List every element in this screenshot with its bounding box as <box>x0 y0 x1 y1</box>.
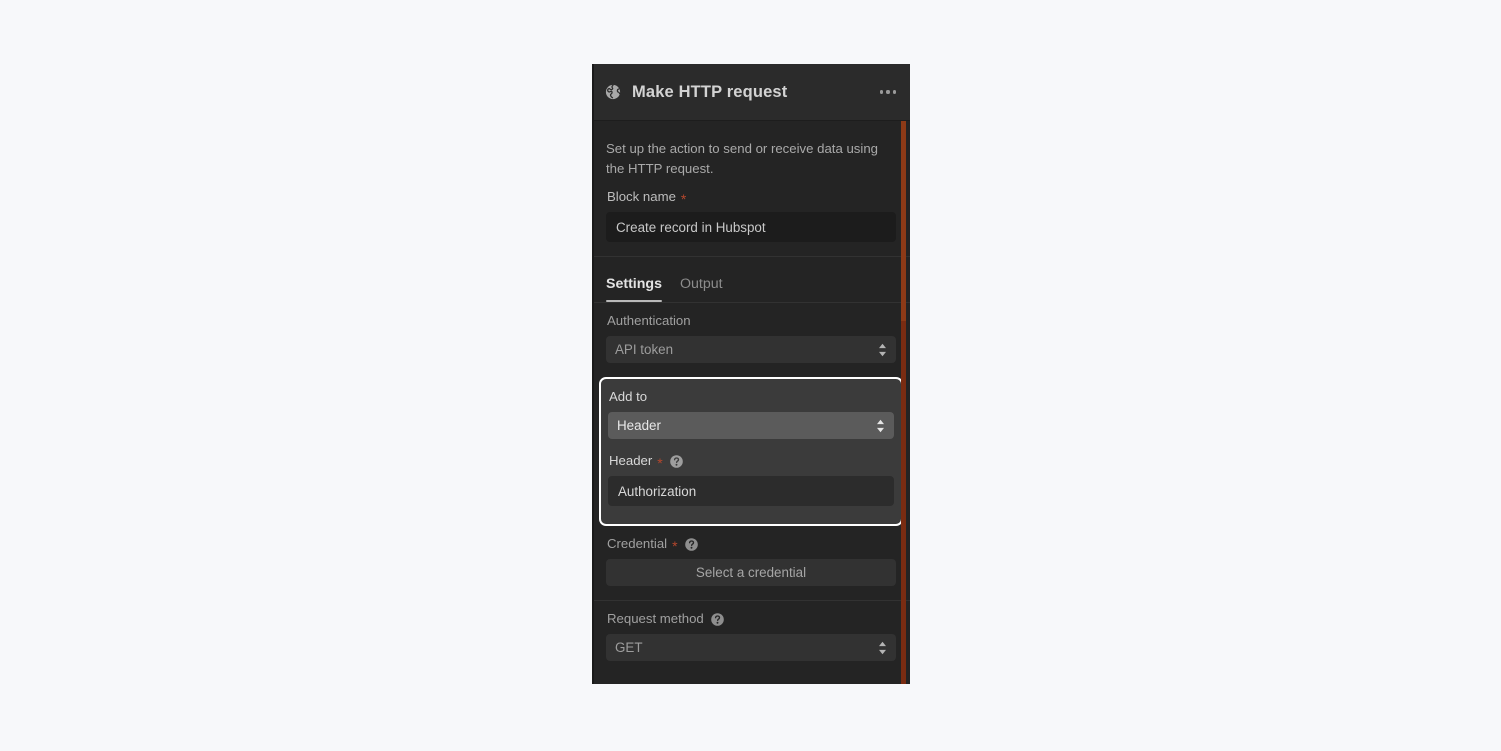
required-marker: * <box>657 455 663 472</box>
help-circle-icon[interactable] <box>710 612 724 626</box>
authentication-label: Authentication <box>607 313 896 329</box>
kebab-dot <box>886 90 890 94</box>
block-name-input[interactable] <box>606 212 896 243</box>
globe-icon <box>605 84 621 100</box>
request-method-field: Request method GET <box>606 611 896 675</box>
add-to-select[interactable]: Header <box>608 412 894 440</box>
panel-scroll-body: Set up the action to send or receive dat… <box>592 121 910 684</box>
select-credential-button[interactable]: Select a credential <box>606 559 896 587</box>
add-to-highlight-group: Add to Header Header * <box>599 377 903 527</box>
tab-settings[interactable]: Settings <box>606 276 662 303</box>
block-name-section: Block name * <box>592 183 910 257</box>
kebab-dot <box>892 90 896 94</box>
authentication-section: Authentication API token <box>592 302 910 378</box>
header-name-field: Header * <box>608 453 894 520</box>
request-method-select-value: GET <box>606 634 896 662</box>
header-name-label: Header * <box>609 453 894 472</box>
request-method-section: Request method GET <box>592 600 910 676</box>
credential-field: Credential * Select a credential <box>606 536 896 600</box>
required-marker: * <box>680 191 687 208</box>
help-circle-icon[interactable] <box>669 454 683 468</box>
kebab-dot <box>879 90 884 94</box>
header-name-label-text: Header <box>609 453 653 469</box>
add-to-field: Add to Header <box>608 389 894 453</box>
http-request-block-panel: Make HTTP request Set up the action to s… <box>592 64 910 684</box>
add-to-label: Add to <box>609 389 894 405</box>
add-to-select-value: Header <box>608 412 894 440</box>
credential-label: Credential * <box>607 536 896 555</box>
authentication-field: Authentication API token <box>606 313 896 377</box>
add-to-label-text: Add to <box>609 389 648 405</box>
panel-description: Set up the action to send or receive dat… <box>606 141 878 177</box>
help-circle-icon[interactable] <box>684 537 698 551</box>
authentication-select-value: API token <box>606 336 896 364</box>
block-name-label-text: Block name <box>607 189 676 205</box>
block-name-label: Block name * <box>607 189 896 208</box>
required-marker: * <box>672 538 678 555</box>
page-title: Make HTTP request <box>632 82 788 101</box>
panel-tabs: Settings Output <box>592 256 910 303</box>
panel-header: Make HTTP request <box>592 64 910 121</box>
block-name-field: Block name * <box>606 189 896 256</box>
authentication-label-text: Authentication <box>607 313 691 329</box>
authentication-select[interactable]: API token <box>606 336 896 364</box>
request-method-select[interactable]: GET <box>606 634 896 662</box>
credential-section: Credential * Select a credential <box>592 526 910 601</box>
tab-output[interactable]: Output <box>680 276 723 302</box>
request-method-label-text: Request method <box>607 611 704 627</box>
header-name-input[interactable] <box>608 476 894 507</box>
scrollbar-thumb[interactable] <box>901 121 906 321</box>
credential-label-text: Credential <box>607 536 668 552</box>
kebab-menu-icon[interactable] <box>870 81 896 103</box>
request-method-label: Request method <box>607 611 896 627</box>
